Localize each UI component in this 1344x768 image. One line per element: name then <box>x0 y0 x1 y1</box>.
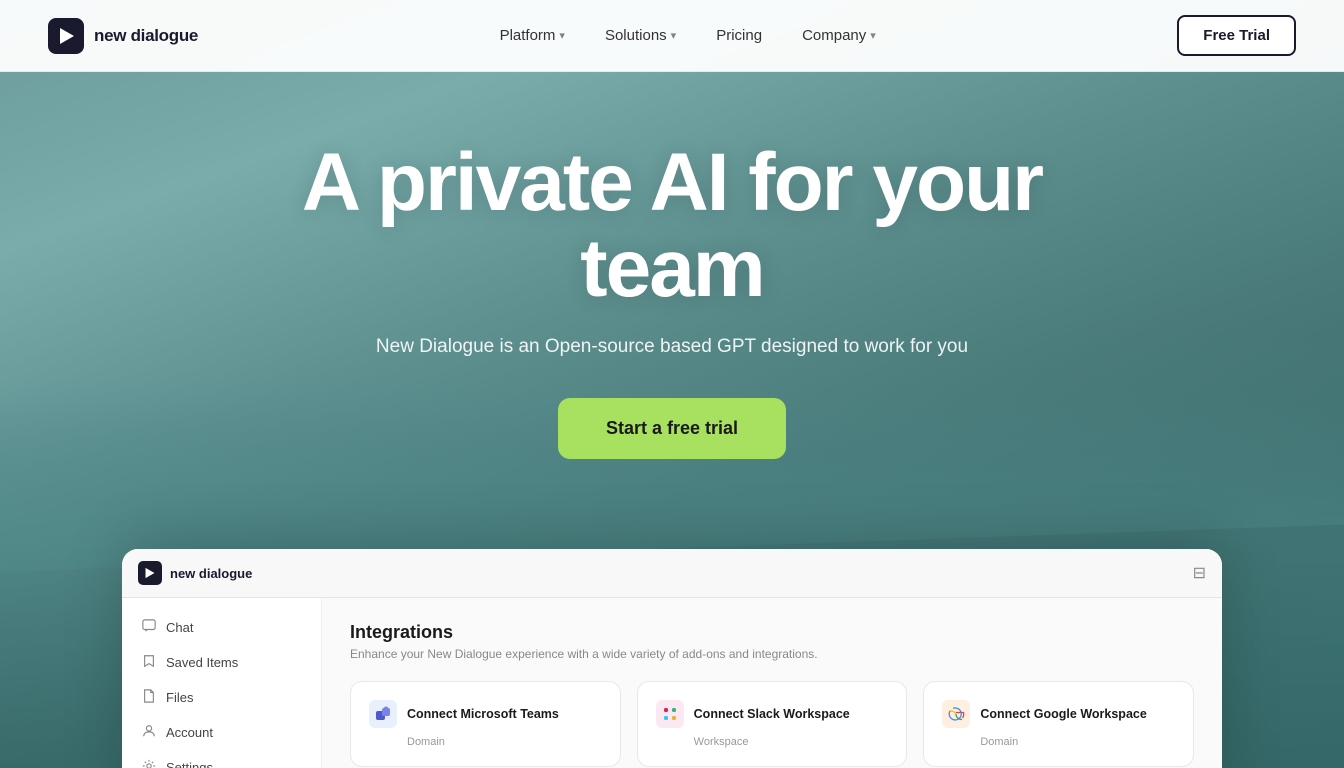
nav-platform[interactable]: Platform ▾ <box>484 19 581 52</box>
teams-card-label: Domain <box>369 736 602 748</box>
sidebar-item-saved[interactable]: Saved Items <box>122 645 321 680</box>
integration-cards-grid: Connect Microsoft Teams Domain <box>350 681 1194 767</box>
chevron-down-icon: ▾ <box>671 29 677 42</box>
mockup-main-content: Integrations Enhance your New Dialogue e… <box>322 598 1222 768</box>
nav-solutions[interactable]: Solutions ▾ <box>589 19 692 52</box>
hero-subtitle: New Dialogue is an Open-source based GPT… <box>376 336 968 358</box>
nav-pricing[interactable]: Pricing <box>700 19 778 52</box>
mockup-logo-text: new dialogue <box>170 566 252 581</box>
mockup-body: Chat Saved Items Files <box>122 598 1222 768</box>
integrations-heading: Integrations <box>350 622 1194 643</box>
integration-card-slack[interactable]: Connect Slack Workspace Workspace <box>637 681 908 767</box>
teams-icon <box>369 700 397 728</box>
chevron-down-icon: ▾ <box>870 29 876 42</box>
mockup-titlebar: new dialogue ⊟ <box>122 549 1222 598</box>
mockup-toggle-icon[interactable]: ⊟ <box>1193 563 1206 583</box>
card-header-teams: Connect Microsoft Teams <box>369 700 602 728</box>
sidebar-item-files[interactable]: Files <box>122 680 321 715</box>
settings-icon <box>142 759 156 768</box>
sidebar-item-settings[interactable]: Settings <box>122 750 321 768</box>
navbar: new dialogue Platform ▾ Solutions ▾ Pric… <box>0 0 1344 72</box>
teams-card-title: Connect Microsoft Teams <box>407 707 559 721</box>
integrations-description: Enhance your New Dialogue experience wit… <box>350 647 1194 661</box>
logo-text: new dialogue <box>94 26 198 46</box>
slack-card-title: Connect Slack Workspace <box>694 707 850 721</box>
chat-icon <box>142 619 156 636</box>
user-icon <box>142 724 156 741</box>
nav-links: Platform ▾ Solutions ▾ Pricing Company ▾ <box>484 19 892 52</box>
chevron-down-icon: ▾ <box>559 29 565 42</box>
nav-company[interactable]: Company ▾ <box>786 19 892 52</box>
slack-card-label: Workspace <box>656 736 889 748</box>
mockup-sidebar: Chat Saved Items Files <box>122 598 322 768</box>
card-header-google: Connect Google Workspace <box>942 700 1175 728</box>
google-icon <box>942 700 970 728</box>
bookmark-icon <box>142 654 156 671</box>
integration-card-teams[interactable]: Connect Microsoft Teams Domain <box>350 681 621 767</box>
logo[interactable]: new dialogue <box>48 18 198 54</box>
slack-icon <box>656 700 684 728</box>
sidebar-item-chat[interactable]: Chat <box>122 610 321 645</box>
google-card-label: Domain <box>942 736 1175 748</box>
mockup-logo: new dialogue <box>138 561 252 585</box>
free-trial-button[interactable]: Free Trial <box>1177 15 1296 56</box>
logo-icon <box>48 18 84 54</box>
sidebar-item-account[interactable]: Account <box>122 715 321 750</box>
hero-title: A private AI for your team <box>222 140 1122 312</box>
hero-cta-button[interactable]: Start a free trial <box>558 398 786 459</box>
google-card-title: Connect Google Workspace <box>980 707 1146 721</box>
file-icon <box>142 689 156 706</box>
integration-card-google[interactable]: Connect Google Workspace Domain <box>923 681 1194 767</box>
mockup-logo-icon <box>138 561 162 585</box>
card-header-slack: Connect Slack Workspace <box>656 700 889 728</box>
app-mockup: new dialogue ⊟ Chat Saved Items <box>122 549 1222 768</box>
hero-section: A private AI for your team New Dialogue … <box>0 0 1344 768</box>
